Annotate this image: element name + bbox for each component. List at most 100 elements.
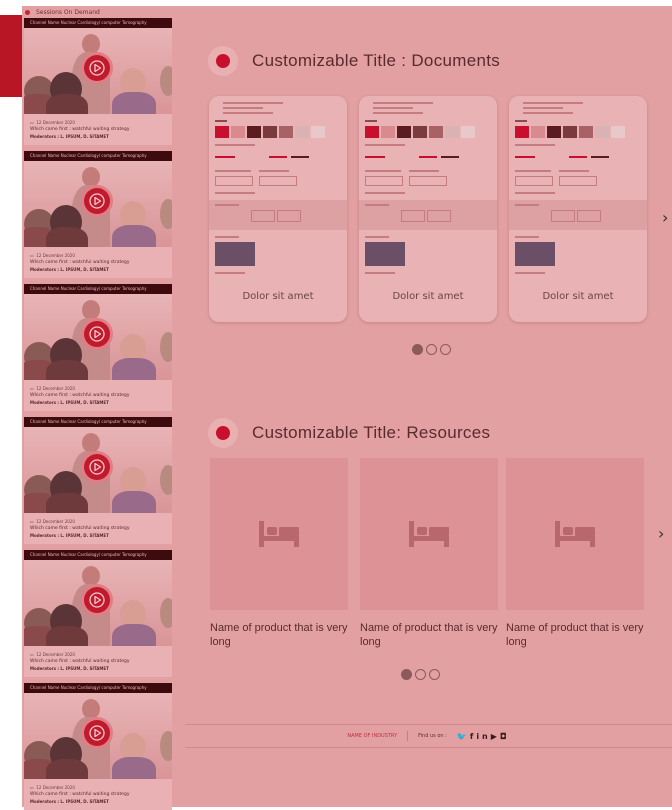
- session-channel: Channel Name Nuclear Cardiology/ compute…: [24, 18, 172, 28]
- document-card[interactable]: Dolor sit amet: [359, 96, 497, 322]
- section-bullet-icon: [208, 46, 238, 76]
- resource-name[interactable]: Name of product that is very long: [210, 621, 350, 649]
- documents-section-title: Customizable Title : Documents: [208, 46, 500, 76]
- resource-name[interactable]: Name of product that is very long: [360, 621, 500, 649]
- session-moderators: Moderators : L. IPSUM, D. SITAMET: [30, 267, 109, 272]
- play-button[interactable]: [84, 188, 110, 214]
- document-card[interactable]: Dolor sit amet: [509, 96, 647, 322]
- video-thumbnail: [515, 242, 555, 266]
- document-label[interactable]: Dolor sit amet: [209, 291, 347, 302]
- session-card[interactable]: Channel Name Nuclear Cardiology/ compute…: [24, 151, 172, 278]
- pagination-dot-2[interactable]: [426, 344, 437, 355]
- session-title[interactable]: Which came first : watchful waiting stra…: [30, 526, 130, 531]
- documents-title: Customizable Title : Documents: [252, 51, 501, 70]
- session-card[interactable]: Channel Name Nuclear Cardiology/ compute…: [24, 550, 172, 677]
- social-icons: 🐦fin▶◘: [457, 732, 510, 741]
- document-label[interactable]: Dolor sit amet: [509, 291, 647, 302]
- calendar-icon: ▭: [30, 120, 34, 125]
- calendar-icon: ▭: [30, 253, 34, 258]
- play-button[interactable]: [84, 321, 110, 347]
- calendar-icon: ▭: [30, 519, 34, 524]
- calendar-icon: ▭: [30, 652, 34, 657]
- pagination-dot-1[interactable]: [401, 669, 412, 680]
- session-date-text: 12 December 2020: [36, 386, 75, 391]
- resources-title: Customizable Title: Resources: [252, 423, 491, 442]
- session-title[interactable]: Which came first : watchful waiting stra…: [30, 127, 130, 132]
- pagination-dot-1[interactable]: [412, 344, 423, 355]
- resource-image[interactable]: [210, 458, 348, 610]
- document-preview: [509, 100, 647, 280]
- twitter-icon[interactable]: 🐦: [457, 732, 470, 741]
- session-title[interactable]: Which came first : watchful waiting stra…: [30, 659, 130, 664]
- session-title[interactable]: Which came first : watchful waiting stra…: [30, 260, 130, 265]
- session-date: ▭ 12 December 2020: [30, 253, 75, 258]
- session-date: ▭ 12 December 2020: [30, 519, 75, 524]
- documents-pagination: [412, 344, 451, 355]
- session-moderators: Moderators : L. IPSUM, D. SITAMET: [30, 799, 109, 804]
- resource-image[interactable]: [506, 458, 644, 610]
- session-thumbnail[interactable]: [24, 427, 172, 513]
- session-date-text: 12 December 2020: [36, 652, 75, 657]
- session-title[interactable]: Which came first : watchful waiting stra…: [30, 393, 130, 398]
- session-date-text: 12 December 2020: [36, 120, 75, 125]
- session-thumbnail[interactable]: [24, 560, 172, 646]
- session-date-text: 12 December 2020: [36, 519, 75, 524]
- chevron-right-icon[interactable]: ›: [662, 208, 668, 227]
- play-button[interactable]: [84, 55, 110, 81]
- session-date: ▭ 12 December 2020: [30, 386, 75, 391]
- bullet-icon: [25, 9, 30, 15]
- session-date-text: 12 December 2020: [36, 253, 75, 258]
- document-card[interactable]: Dolor sit amet: [209, 96, 347, 322]
- session-date: ▭ 12 December 2020: [30, 785, 75, 790]
- sidebar-heading: Sessions On Demand: [22, 6, 172, 18]
- page: Sessions On Demand Channel Name Nuclear …: [0, 0, 672, 810]
- session-channel: Channel Name Nuclear Cardiology/ compute…: [24, 683, 172, 693]
- resources-section-title: Customizable Title: Resources: [208, 418, 490, 448]
- resource-name[interactable]: Name of product that is very long: [506, 621, 646, 649]
- footer: NAME OF INDUSTRY Find us on : 🐦fin▶◘: [185, 724, 672, 748]
- session-card[interactable]: Channel Name Nuclear Cardiology/ compute…: [24, 417, 172, 544]
- session-moderators: Moderators : L. IPSUM, D. SITAMET: [30, 666, 109, 671]
- pagination-dot-3[interactable]: [429, 669, 440, 680]
- pagination-dot-2[interactable]: [415, 669, 426, 680]
- session-thumbnail[interactable]: [24, 693, 172, 779]
- calendar-icon: ▭: [30, 386, 34, 391]
- footer-divider: [407, 731, 409, 741]
- session-thumbnail[interactable]: [24, 161, 172, 247]
- sidebar-heading-label: Sessions On Demand: [36, 8, 100, 16]
- bed-icon: [409, 521, 449, 547]
- youtube-icon[interactable]: ▶: [491, 732, 500, 741]
- session-title[interactable]: Which came first : watchful waiting stra…: [30, 792, 130, 797]
- chevron-right-icon[interactable]: ›: [658, 524, 664, 543]
- play-button[interactable]: [84, 587, 110, 613]
- session-thumbnail[interactable]: [24, 294, 172, 380]
- play-button[interactable]: [84, 454, 110, 480]
- pagination-dot-3[interactable]: [440, 344, 451, 355]
- session-card[interactable]: Channel Name Nuclear Cardiology/ compute…: [24, 284, 172, 411]
- document-label[interactable]: Dolor sit amet: [359, 291, 497, 302]
- session-card[interactable]: Channel Name Nuclear Cardiology/ compute…: [24, 18, 172, 145]
- session-card[interactable]: Channel Name Nuclear Cardiology/ compute…: [24, 683, 172, 810]
- resources-pagination: [401, 669, 440, 680]
- session-channel: Channel Name Nuclear Cardiology/ compute…: [24, 550, 172, 560]
- session-date: ▭ 12 December 2020: [30, 652, 75, 657]
- session-date-text: 12 December 2020: [36, 785, 75, 790]
- session-channel: Channel Name Nuclear Cardiology/ compute…: [24, 417, 172, 427]
- document-preview: [209, 100, 347, 280]
- instagram-icon[interactable]: ◘: [500, 732, 510, 741]
- document-preview: [359, 100, 497, 280]
- footer-find-us: Find us on :: [418, 733, 447, 739]
- section-bullet-icon: [208, 418, 238, 448]
- bed-icon: [555, 521, 595, 547]
- session-moderators: Moderators : L. IPSUM, D. SITAMET: [30, 134, 109, 139]
- session-moderators: Moderators : L. IPSUM, D. SITAMET: [30, 400, 109, 405]
- session-channel: Channel Name Nuclear Cardiology/ compute…: [24, 284, 172, 294]
- footer-industry-link[interactable]: NAME OF INDUSTRY: [347, 733, 397, 739]
- session-thumbnail[interactable]: [24, 28, 172, 114]
- calendar-icon: ▭: [30, 785, 34, 790]
- main-panel: Sessions On Demand Channel Name Nuclear …: [22, 6, 672, 810]
- linkedin-icon[interactable]: in: [476, 732, 490, 741]
- play-button[interactable]: [84, 720, 110, 746]
- resource-image[interactable]: [360, 458, 498, 610]
- session-moderators: Moderators : L. IPSUM, D. SITAMET: [30, 533, 109, 538]
